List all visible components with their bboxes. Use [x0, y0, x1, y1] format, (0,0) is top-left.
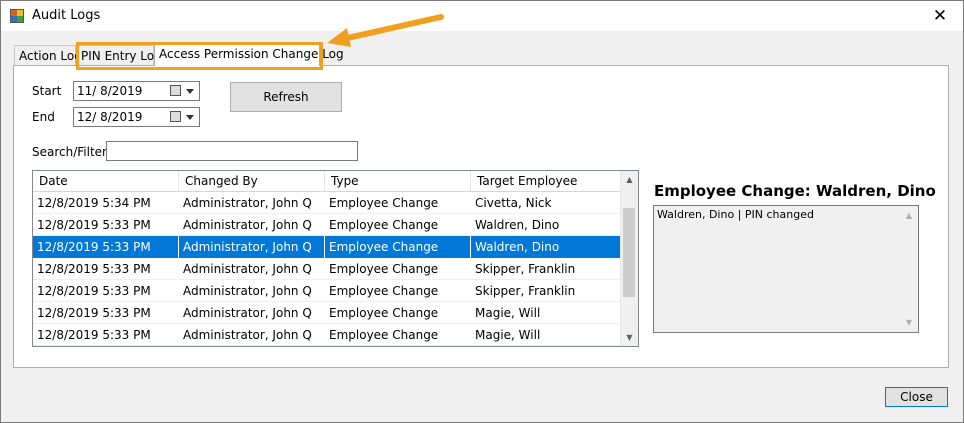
cell-changed-by: Administrator, John Q — [179, 236, 325, 258]
cell-target-employee: Skipper, Franklin — [475, 284, 576, 298]
cell-changed-by: Administrator, John Q — [183, 328, 312, 342]
calendar-icon[interactable] — [170, 85, 181, 96]
detail-scrollbar[interactable]: ▲ ▼ — [901, 207, 917, 331]
table-row-selected[interactable]: 12/8/2019 5:33 PM Administrator, John Q … — [33, 236, 621, 258]
search-input[interactable] — [106, 141, 358, 161]
cell-type: Employee Change — [329, 218, 439, 232]
end-date-picker[interactable]: 12/ 8/2019 — [73, 107, 200, 127]
cell-changed-by: Administrator, John Q — [183, 218, 312, 232]
cell-type: Employee Change — [329, 306, 439, 320]
scroll-thumb[interactable] — [623, 208, 635, 297]
audit-logs-window: Audit Logs ✕ Action Log PIN Entry Log Ac… — [0, 0, 964, 423]
cell-date: 12/8/2019 5:33 PM — [37, 306, 151, 320]
scroll-up-icon[interactable]: ▲ — [901, 207, 917, 224]
title-bar: Audit Logs ✕ — [1, 1, 963, 31]
column-header-type[interactable]: Type — [325, 171, 471, 191]
cell-date: 12/8/2019 5:33 PM — [37, 218, 151, 232]
refresh-button-label: Refresh — [263, 90, 309, 104]
cell-type: Employee Change — [329, 328, 439, 342]
table-row[interactable]: 12/8/2019 5:33 PM Administrator, John Q … — [33, 302, 621, 324]
cell-date: 12/8/2019 5:34 PM — [37, 196, 151, 210]
scroll-up-icon[interactable]: ▲ — [621, 171, 638, 188]
detail-title: Employee Change: Waldren, Dino — [654, 182, 936, 200]
cell-date: 12/8/2019 5:33 PM — [37, 262, 151, 276]
cell-type: Employee Change — [329, 196, 439, 210]
app-icon — [10, 9, 24, 23]
close-button-label: Close — [900, 390, 933, 404]
cell-target-employee: Skipper, Franklin — [475, 262, 576, 276]
search-label: Search/Filter — [32, 145, 107, 159]
cell-date: 12/8/2019 5:33 PM — [37, 328, 151, 342]
cell-type: Employee Change — [329, 284, 439, 298]
tab-label: Access Permission Change Log — [159, 47, 344, 61]
table-row[interactable]: 12/8/2019 5:33 PM Administrator, John Q … — [33, 258, 621, 280]
cell-date: 12/8/2019 5:33 PM — [33, 236, 179, 258]
column-header-changed-by[interactable]: Changed By — [179, 171, 325, 191]
grid-header: Date Changed By Type Target Employee — [33, 171, 621, 192]
tab-pin-entry-log[interactable]: PIN Entry Log — [76, 45, 162, 65]
cell-target-employee: Waldren, Dino — [475, 240, 560, 254]
cell-target-employee: Magie, Will — [475, 328, 541, 342]
start-date-value: 11/ 8/2019 — [77, 84, 143, 98]
tab-action-log[interactable]: Action Log — [14, 45, 82, 65]
grid-vertical-scrollbar[interactable]: ▲ ▼ — [620, 171, 638, 346]
close-button[interactable]: Close — [885, 387, 948, 407]
table-row[interactable]: 12/8/2019 5:33 PM Administrator, John Q … — [33, 214, 621, 236]
calendar-icon[interactable] — [170, 111, 181, 122]
table-row[interactable]: 12/8/2019 5:34 PM Administrator, John Q … — [33, 192, 621, 214]
tab-label: Action Log — [19, 49, 82, 63]
table-row[interactable]: 12/8/2019 5:33 PM Administrator, John Q … — [33, 324, 621, 346]
cell-type: Employee Change — [329, 262, 439, 276]
window-close-icon[interactable]: ✕ — [917, 1, 963, 31]
detail-text: Waldren, Dino | PIN changed — [657, 208, 814, 221]
scroll-down-icon[interactable]: ▼ — [621, 329, 638, 346]
column-header-date[interactable]: Date — [33, 171, 179, 191]
chevron-down-icon[interactable] — [186, 115, 194, 120]
cell-date: 12/8/2019 5:33 PM — [37, 284, 151, 298]
cell-changed-by: Administrator, John Q — [183, 196, 312, 210]
tab-access-permission-change-log[interactable]: Access Permission Change Log — [154, 42, 344, 66]
cell-changed-by: Administrator, John Q — [183, 262, 312, 276]
audit-log-grid[interactable]: Date Changed By Type Target Employee 12/… — [32, 170, 639, 347]
start-label: Start — [32, 84, 62, 98]
column-header-target-employee[interactable]: Target Employee — [471, 171, 621, 191]
cell-changed-by: Administrator, John Q — [183, 306, 312, 320]
cell-type: Employee Change — [325, 236, 471, 258]
cell-target-employee: Magie, Will — [475, 306, 541, 320]
chevron-down-icon[interactable] — [186, 89, 194, 94]
window-title: Audit Logs — [32, 8, 101, 23]
table-row[interactable]: 12/8/2019 5:33 PM Administrator, John Q … — [33, 280, 621, 302]
annotation-arrow-icon — [327, 14, 444, 47]
end-date-value: 12/ 8/2019 — [77, 110, 143, 124]
start-date-picker[interactable]: 11/ 8/2019 — [73, 81, 200, 101]
cell-target-employee: Civetta, Nick — [475, 196, 552, 210]
end-label: End — [32, 110, 55, 124]
cell-changed-by: Administrator, John Q — [183, 284, 312, 298]
cell-target-employee: Waldren, Dino — [475, 218, 560, 232]
scroll-down-icon[interactable]: ▼ — [901, 314, 917, 331]
tab-label: PIN Entry Log — [81, 49, 162, 63]
detail-textbox[interactable]: Waldren, Dino | PIN changed ▲ ▼ — [653, 205, 919, 333]
refresh-button[interactable]: Refresh — [230, 82, 342, 112]
